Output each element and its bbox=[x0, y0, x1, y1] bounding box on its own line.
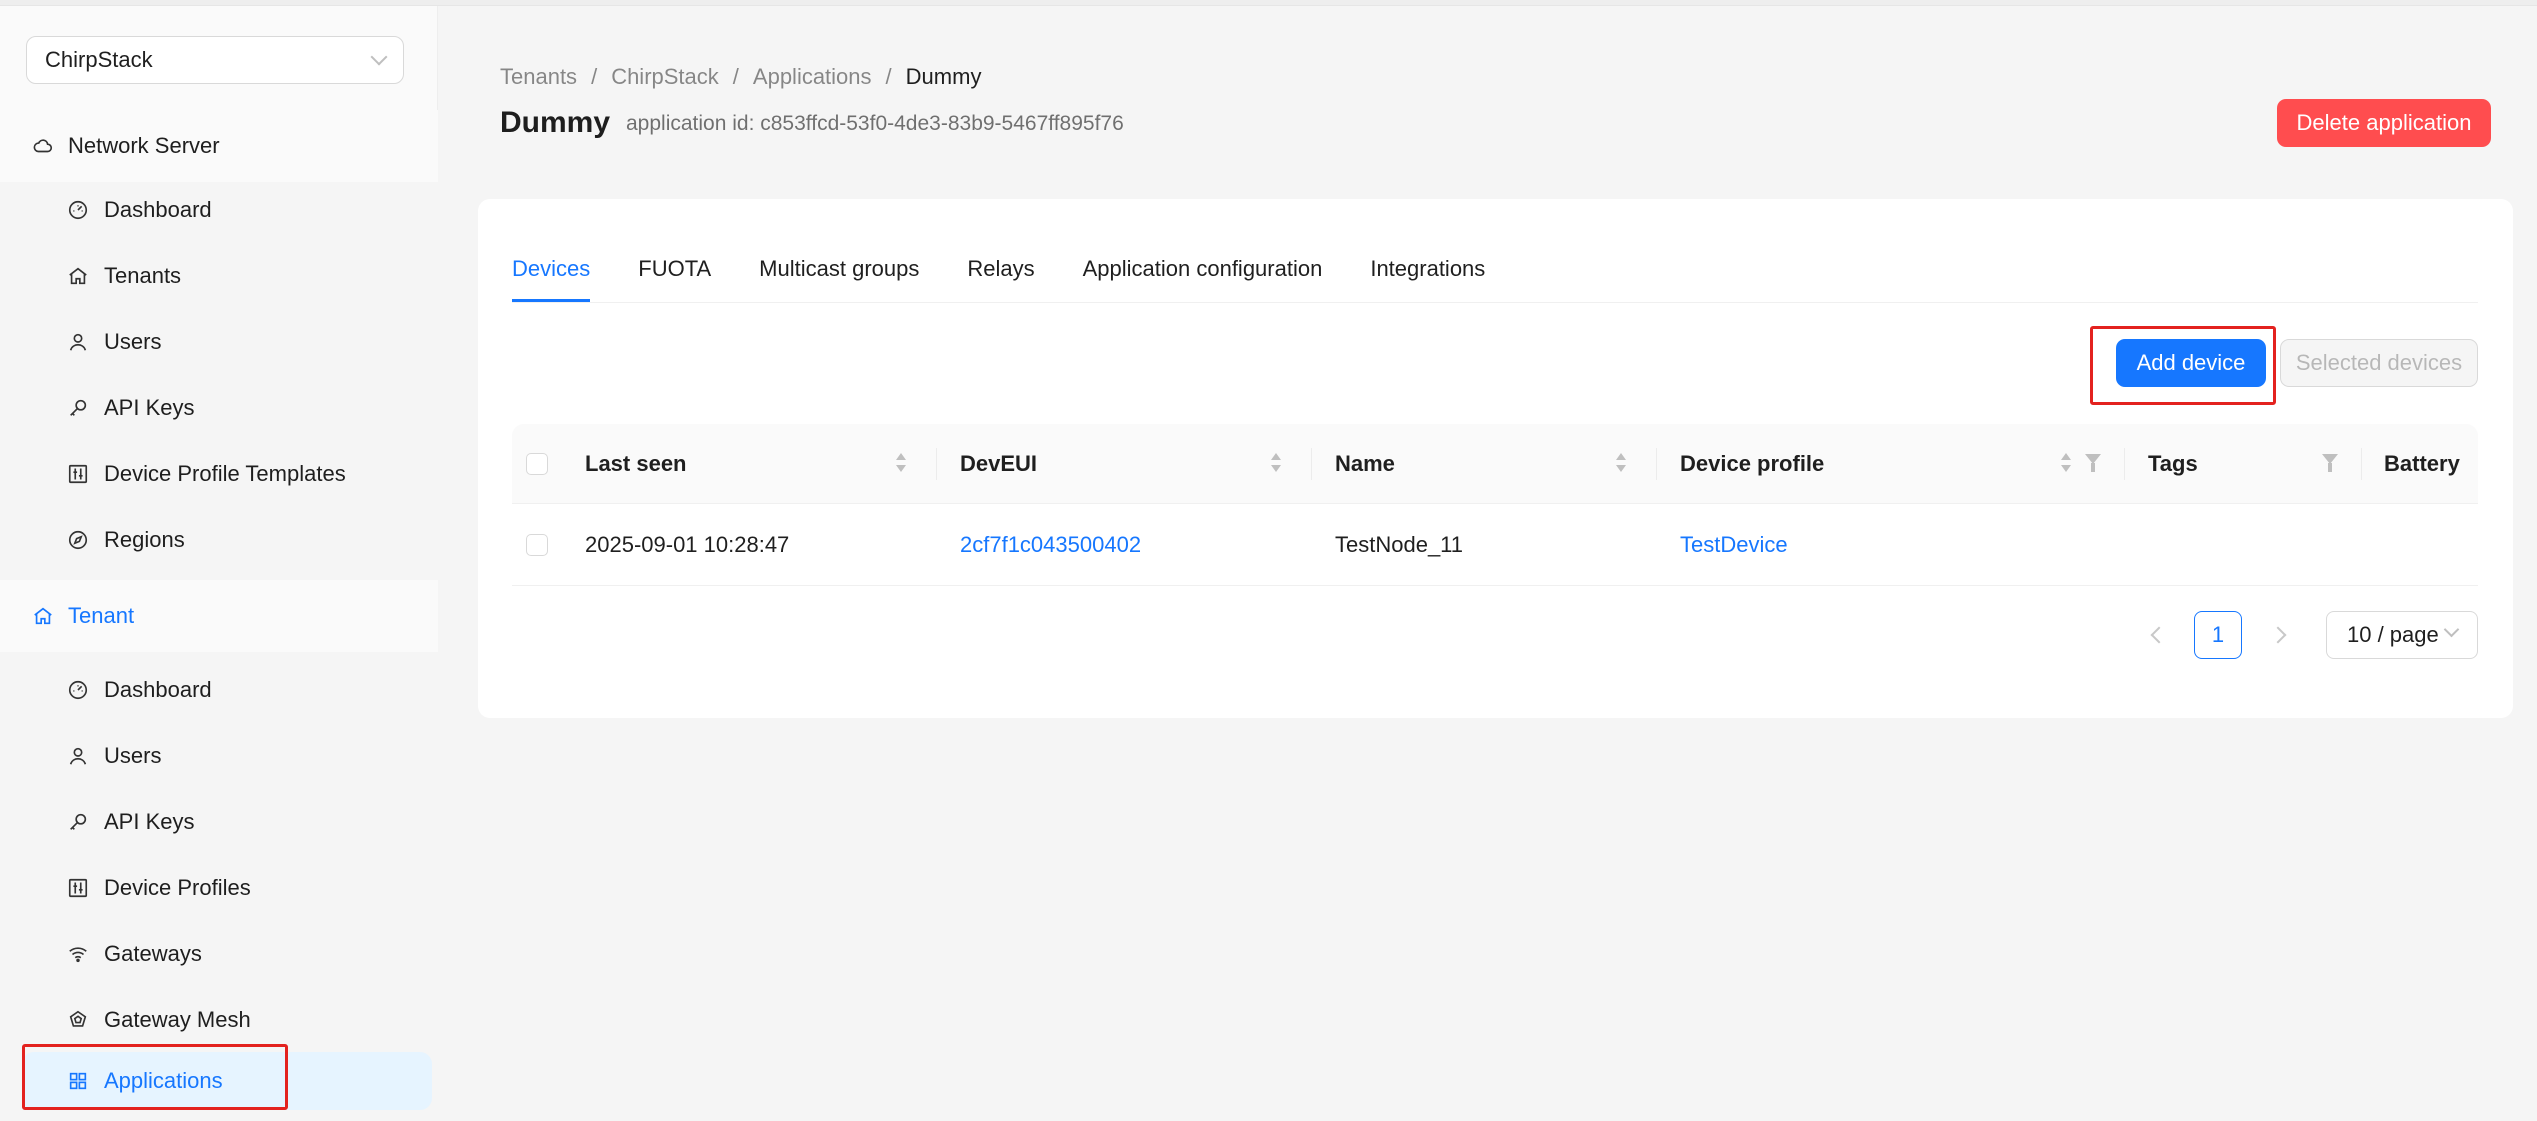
sidebar-item-ns-device-profile-templates[interactable]: Device Profile Templates bbox=[22, 445, 432, 503]
sort-icon[interactable] bbox=[2060, 452, 2072, 476]
column-divider bbox=[2124, 448, 2125, 480]
sort-icon[interactable] bbox=[1615, 452, 1627, 476]
tab-integrations[interactable]: Integrations bbox=[1370, 246, 1485, 302]
selected-devices-button: Selected devices bbox=[2280, 339, 2478, 387]
column-header-battery[interactable]: Battery bbox=[2384, 424, 2460, 504]
sort-icon[interactable] bbox=[1270, 452, 1282, 476]
apps-icon bbox=[66, 1069, 90, 1093]
table-header: Last seen DevEUI Name Device profile Tag… bbox=[512, 424, 2478, 504]
delete-application-button[interactable]: Delete application bbox=[2277, 99, 2491, 147]
cell-device-profile-link[interactable]: TestDevice bbox=[1680, 504, 1788, 586]
tab-devices[interactable]: Devices bbox=[512, 246, 591, 302]
user-icon bbox=[66, 330, 90, 354]
sidebar-item-tenant-gateways[interactable]: Gateways bbox=[22, 925, 432, 983]
sidebar-item-label: Device Profile Templates bbox=[104, 461, 346, 486]
sidebar-item-label: Users bbox=[104, 329, 162, 354]
filter-icon[interactable] bbox=[2322, 454, 2338, 472]
page-1-button[interactable]: 1 bbox=[2194, 611, 2242, 659]
tab-relays[interactable]: Relays bbox=[967, 246, 1034, 302]
breadcrumb-item-tenant[interactable]: ChirpStack bbox=[611, 64, 719, 90]
chevron-down-icon bbox=[370, 48, 388, 66]
sort-icon[interactable] bbox=[895, 452, 907, 476]
sidebar-item-label: Regions bbox=[104, 527, 185, 552]
select-all-checkbox[interactable] bbox=[526, 453, 548, 475]
compass-icon bbox=[66, 528, 90, 552]
column-header-last-seen[interactable]: Last seen bbox=[585, 424, 687, 504]
breadcrumb: Tenants / ChirpStack / Applications / Du… bbox=[500, 64, 981, 90]
column-divider bbox=[2361, 448, 2362, 480]
breadcrumb-item-current: Dummy bbox=[905, 64, 982, 89]
tabs: Devices FUOTA Multicast groups Relays Ap… bbox=[512, 246, 1533, 302]
tenant-select[interactable]: ChirpStack bbox=[26, 36, 404, 84]
user-icon bbox=[66, 744, 90, 768]
tenant-select-value: ChirpStack bbox=[45, 47, 153, 72]
menu-group-label: Network Server bbox=[68, 133, 220, 158]
page-title: Dummy bbox=[500, 106, 611, 139]
column-divider bbox=[1656, 448, 1657, 480]
home-icon bbox=[66, 264, 90, 288]
add-device-button[interactable]: Add device bbox=[2116, 339, 2266, 387]
column-header-tags[interactable]: Tags bbox=[2148, 424, 2198, 504]
chevron-down-icon bbox=[2443, 621, 2460, 638]
sidebar-item-tenant-applications[interactable]: Applications bbox=[22, 1052, 432, 1110]
row-checkbox[interactable] bbox=[526, 534, 548, 556]
sidebar-item-label: Gateways bbox=[104, 941, 202, 966]
mesh-icon bbox=[66, 1008, 90, 1032]
sidebar-item-label: API Keys bbox=[104, 395, 195, 420]
sidebar-item-ns-dashboard[interactable]: Dashboard bbox=[22, 181, 432, 239]
filter-icon[interactable] bbox=[2085, 454, 2101, 472]
sidebar-item-ns-api-keys[interactable]: API Keys bbox=[22, 379, 432, 437]
sidebar-item-label: Tenants bbox=[104, 263, 182, 288]
sidebar-item-label: Dashboard bbox=[104, 677, 212, 702]
sidebar-item-label: API Keys bbox=[104, 809, 195, 834]
sidebar-item-tenant-device-profiles[interactable]: Device Profiles bbox=[22, 859, 432, 917]
sidebar-item-tenant-users[interactable]: Users bbox=[22, 727, 432, 785]
sidebar-item-label: Device Profiles bbox=[104, 875, 251, 900]
sidebar: ChirpStack Network Server Dashboard Tena… bbox=[0, 6, 438, 1121]
cloud-icon bbox=[30, 133, 56, 159]
sidebar-item-tenant-api-keys[interactable]: API Keys bbox=[22, 793, 432, 851]
dashboard-icon bbox=[66, 198, 90, 222]
sliders-icon bbox=[66, 462, 90, 486]
sidebar-item-label: Users bbox=[104, 743, 162, 768]
cell-deveui-link[interactable]: 2cf7f1c043500402 bbox=[960, 504, 1141, 586]
cell-last-seen: 2025-09-01 10:28:47 bbox=[585, 532, 790, 557]
column-header-device-profile[interactable]: Device profile bbox=[1680, 424, 1824, 504]
dashboard-icon bbox=[66, 678, 90, 702]
sidebar-item-label: Applications bbox=[104, 1068, 223, 1093]
page-size-value: 10 / page bbox=[2347, 622, 2439, 647]
tab-fuota[interactable]: FUOTA bbox=[638, 246, 711, 302]
breadcrumb-separator: / bbox=[885, 64, 892, 89]
sidebar-item-ns-regions[interactable]: Regions bbox=[22, 511, 432, 569]
breadcrumb-item-tenants[interactable]: Tenants bbox=[500, 64, 577, 90]
breadcrumb-separator: / bbox=[591, 64, 598, 89]
tabs-divider bbox=[512, 302, 2478, 303]
sidebar-item-ns-users[interactable]: Users bbox=[22, 313, 432, 371]
table-row[interactable]: 2025-09-01 10:28:47 2cf7f1c043500402 Tes… bbox=[512, 504, 2478, 586]
sidebar-item-label: Gateway Mesh bbox=[104, 1007, 251, 1032]
breadcrumb-separator: / bbox=[732, 64, 739, 89]
key-icon bbox=[66, 810, 90, 834]
sidebar-item-label: Dashboard bbox=[104, 197, 212, 222]
column-header-deveui[interactable]: DevEUI bbox=[960, 424, 1037, 504]
sliders-icon bbox=[66, 876, 90, 900]
wifi-icon bbox=[66, 942, 90, 966]
breadcrumb-item-applications[interactable]: Applications bbox=[753, 64, 872, 90]
tab-application-configuration[interactable]: Application configuration bbox=[1083, 246, 1323, 302]
sidebar-item-tenant-gateway-mesh[interactable]: Gateway Mesh bbox=[22, 991, 432, 1049]
page-size-select[interactable]: 10 / page bbox=[2326, 611, 2478, 659]
column-divider bbox=[936, 448, 937, 480]
menu-group-network-server[interactable]: Network Server bbox=[0, 110, 438, 182]
sidebar-item-ns-tenants[interactable]: Tenants bbox=[22, 247, 432, 305]
cell-name: TestNode_11 bbox=[1335, 532, 1464, 557]
column-header-name[interactable]: Name bbox=[1335, 424, 1395, 504]
menu-group-label: Tenant bbox=[68, 603, 135, 628]
application-id: application id: c853ffcd-53f0-4de3-83b9-… bbox=[626, 112, 1124, 135]
menu-group-tenant[interactable]: Tenant bbox=[0, 580, 438, 652]
tab-multicast-groups[interactable]: Multicast groups bbox=[759, 246, 919, 302]
home-icon bbox=[30, 603, 56, 629]
key-icon bbox=[66, 396, 90, 420]
column-divider bbox=[1311, 448, 1312, 480]
sidebar-item-tenant-dashboard[interactable]: Dashboard bbox=[22, 661, 432, 719]
